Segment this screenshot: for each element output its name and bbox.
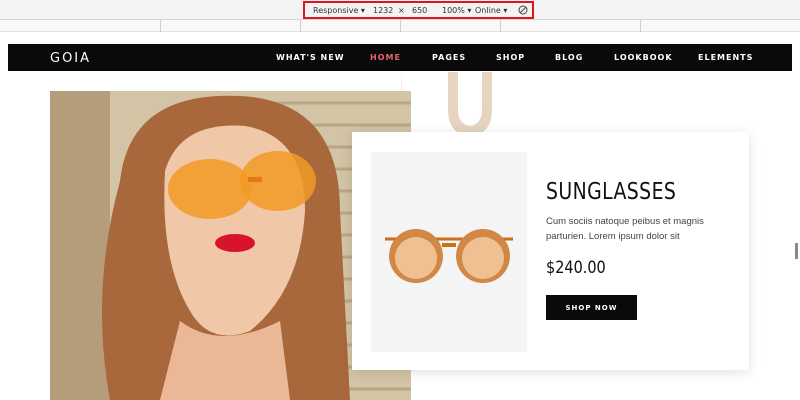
nav-home[interactable]: HOME	[370, 53, 401, 62]
nav-shop[interactable]: SHOP	[496, 53, 525, 62]
shop-now-button[interactable]: SHOP NOW	[546, 295, 637, 320]
height-field[interactable]: 650	[412, 6, 427, 15]
product-image-box	[371, 152, 527, 352]
site-logo[interactable]: GOIA	[50, 51, 91, 66]
decorative-letter	[400, 72, 492, 136]
network-select-label: Online	[475, 6, 501, 15]
scroll-handle[interactable]	[795, 243, 798, 259]
main-navbar: GOIA WHAT'S NEW HOME PAGES SHOP BLOG LOO…	[8, 44, 792, 71]
product-card: SUNGLASSES Cum sociis natoque peibus et …	[352, 132, 749, 370]
nav-lookbook[interactable]: LOOKBOOK	[614, 53, 673, 62]
sunglasses-product-image	[385, 229, 513, 283]
devtools-toolbar: Responsive ▾ 1232 × 650 100% ▾ Online ▾	[0, 0, 800, 20]
width-field[interactable]: 1232	[373, 6, 393, 15]
nav-elements[interactable]: ELEMENTS	[698, 53, 753, 62]
network-select[interactable]: Online ▾	[475, 6, 507, 15]
zoom-select[interactable]: 100% ▾	[442, 6, 471, 15]
nav-blog[interactable]: BLOG	[555, 53, 583, 62]
rotate-icon[interactable]	[518, 5, 528, 17]
nav-whats-new[interactable]: WHAT'S NEW	[276, 53, 345, 62]
device-toolbar-controls: Responsive ▾ 1232 × 650 100% ▾ Online ▾	[303, 1, 534, 19]
website-viewport: GOIA WHAT'S NEW HOME PAGES SHOP BLOG LOO…	[0, 32, 800, 400]
nav-pages[interactable]: PAGES	[432, 53, 466, 62]
product-description: Cum sociis natoque peibus et magnis part…	[546, 216, 704, 242]
media-query-ruler	[0, 20, 800, 32]
zoom-select-label: 100%	[442, 6, 465, 15]
device-select[interactable]: Responsive ▾	[313, 6, 365, 15]
dimension-separator: ×	[398, 6, 405, 15]
product-price: $240.00	[546, 258, 606, 278]
product-title: SUNGLASSES	[546, 179, 677, 205]
device-select-label: Responsive	[313, 6, 359, 15]
